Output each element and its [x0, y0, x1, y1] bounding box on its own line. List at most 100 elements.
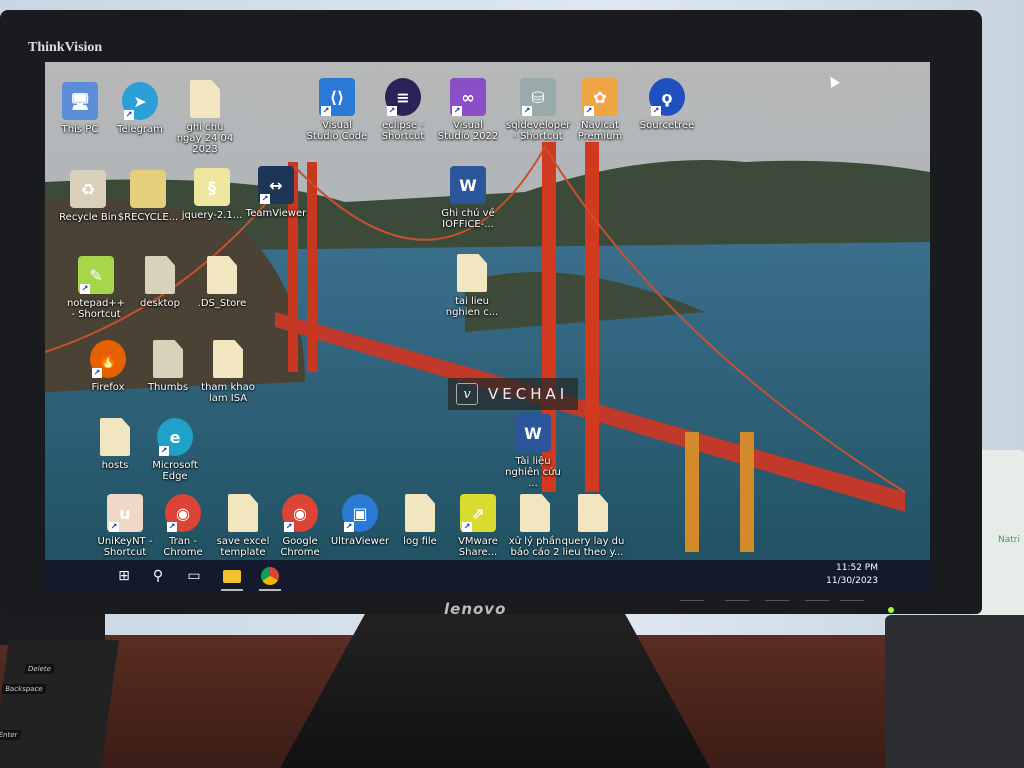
monitor-power-button[interactable]	[840, 600, 864, 606]
telegram-icon: ➤ ↗	[122, 82, 158, 120]
database-icon: ⛁ ↗	[520, 78, 556, 116]
desktop-icon[interactable]: ➤ ↗ Telegram	[108, 82, 172, 135]
word-document-icon: W	[450, 166, 486, 204]
desktop-icon[interactable]: ≡ ↗ eclipse - Shortcut	[371, 78, 435, 142]
desktop-icon-label: Telegram	[117, 124, 163, 135]
desktop-icon-label: log file	[403, 536, 437, 547]
desktop-icon[interactable]: Thumbs	[136, 340, 200, 393]
desktop-icon[interactable]: ✎ ↗ notepad++ - Shortcut	[64, 256, 128, 320]
ultraviewer-icon: ▣ ↗	[342, 494, 378, 532]
recycle-bin-icon: ♻	[70, 170, 106, 208]
desktop-icon-label: xử lý phần báo cáo 2	[508, 536, 562, 558]
settings-file-icon	[145, 256, 175, 294]
vechai-logo-icon: v	[456, 383, 478, 405]
desktop-icon-label: .DS_Store	[197, 298, 247, 309]
desktop-icon-label: Tran - Chrome	[163, 536, 203, 558]
monitor-button-input[interactable]	[680, 600, 704, 606]
task-view-icon[interactable]: ▭	[181, 564, 207, 588]
desktop-icon-label: tham khao lam ISA	[201, 382, 255, 404]
shortcut-arrow-icon: ↗	[584, 106, 594, 116]
desktop-icon[interactable]: $RECYCLE...	[116, 170, 180, 223]
desktop-icon-label: This PC	[61, 124, 99, 135]
desktop-icon[interactable]: ♻ Recycle Bin	[56, 170, 120, 223]
desktop-icon[interactable]: ⇗ ↗ VMware Share...	[446, 494, 510, 558]
notepad-plus-plus-icon: ✎ ↗	[78, 256, 114, 294]
desktop-icon-label: tai lieu nghien c...	[445, 296, 499, 318]
desktop-icon[interactable]: 🖥 This PC	[48, 82, 112, 135]
desktop-icon[interactable]: u ↗ UniKeyNT - Shortcut	[93, 494, 157, 558]
desktop-icon[interactable]: save excel template	[211, 494, 275, 558]
windows-start-icon[interactable]: ⊞	[111, 564, 137, 588]
file-explorer-icon[interactable]	[219, 564, 245, 591]
desktop-icon-label: Visual Studio 2022	[437, 120, 499, 142]
desktop-icon[interactable]: tai lieu nghien c...	[440, 254, 504, 318]
desktop-icon[interactable]: tham khao lam ISA	[196, 340, 260, 404]
desktop-icon-label: query lay du lieu theo y...	[561, 536, 625, 558]
folder-icon	[130, 170, 166, 208]
desktop-icon[interactable]: ⛁ ↗ sqldeveloper - Shortcut	[506, 78, 570, 142]
desktop-icon[interactable]: e ↗ Microsoft Edge	[143, 418, 207, 482]
shortcut-arrow-icon: ↗	[462, 522, 472, 532]
system-clock[interactable]: 11:52 PM 11/30/2023	[826, 562, 878, 588]
desktop-icon-label: Navicat Premium	[577, 120, 623, 142]
laptop-keyboard: Delete Backspace Enter	[0, 640, 119, 768]
shortcut-arrow-icon: ↗	[387, 106, 397, 116]
desktop-icon[interactable]: ◉ ↗ Google Chrome	[268, 494, 332, 558]
file-icon	[578, 494, 608, 532]
monitor: ThinkVision 🖥 This PC ➤ ↗ Telegram ghi chu ng…	[0, 10, 982, 618]
desktop-icon[interactable]: ⟨⟩ ↗ Visual Studio Code	[305, 78, 369, 142]
desktop-icon-label: TeamViewer	[245, 208, 307, 219]
computer-icon: 🖥	[62, 82, 98, 120]
desktop-icon[interactable]: 🔥 ↗ Firefox	[76, 340, 140, 393]
eclipse-icon: ≡ ↗	[385, 78, 421, 116]
desktop-icon[interactable]: ghi chu ngay 24 04 2023	[173, 80, 237, 155]
chrome-profile-icon: ◉ ↗	[165, 494, 201, 532]
lenovo-logo: lenovo	[444, 600, 507, 618]
desktop-icon[interactable]: ▣ ↗ UltraViewer	[328, 494, 392, 547]
desktop-icon-label: Firefox	[91, 382, 125, 393]
file-icon	[213, 340, 243, 378]
desktop-icon[interactable]: ✿ ↗ Navicat Premium	[568, 78, 632, 142]
desktop-icon-label: Thumbs	[147, 382, 189, 393]
thinkvision-logo: ThinkVision	[28, 40, 103, 55]
desktop-icon-label: Sourcetree	[639, 120, 695, 131]
desktop-icon-label: jquery-2.1...	[181, 210, 243, 221]
desktop-icon[interactable]: xử lý phần báo cáo 2	[503, 494, 567, 558]
desktop-icon-label: desktop	[140, 298, 180, 309]
desktop-icon[interactable]: query lay du lieu theo y...	[561, 494, 625, 558]
shortcut-arrow-icon: ↗	[92, 368, 102, 378]
desktop-icon[interactable]: W Tài liệu nghiên cứu ...	[501, 414, 565, 489]
shortcut-arrow-icon: ↗	[159, 446, 169, 456]
visual-studio-icon: ∞ ↗	[450, 78, 486, 116]
settings-file-icon	[153, 340, 183, 378]
desktop-icon[interactable]: desktop	[128, 256, 192, 309]
chrome-taskbar-icon[interactable]	[257, 564, 283, 591]
desktop-icon[interactable]: W Ghi chú về IOFFICE-...	[436, 166, 500, 230]
monitor-button-enter[interactable]	[805, 600, 829, 606]
mini-pc	[885, 615, 1024, 768]
desktop-screen: 🖥 This PC ➤ ↗ Telegram ghi chu ngay 24 04 202…	[45, 62, 930, 592]
monitor-button-menu[interactable]	[725, 600, 749, 606]
key-backspace: Backspace	[1, 684, 47, 694]
file-icon	[457, 254, 487, 292]
desktop-icon[interactable]: ↔ ↗ TeamViewer	[244, 166, 308, 219]
desktop-icon-label: $RECYCLE...	[117, 212, 179, 223]
file-icon	[100, 418, 130, 456]
search-icon[interactable]: ⚲	[145, 564, 171, 588]
desktop-icon[interactable]: log file	[388, 494, 452, 547]
desktop-icon[interactable]: .DS_Store	[190, 256, 254, 309]
desktop-icon-label: UniKeyNT - Shortcut	[97, 536, 153, 558]
shortcut-arrow-icon: ↗	[109, 522, 119, 532]
desktop-icon-label: save excel template	[216, 536, 270, 558]
desktop-icon[interactable]: ϙ ↗ Sourcetree	[635, 78, 699, 131]
file-icon	[207, 256, 237, 294]
monitor-button-brightness[interactable]	[765, 600, 789, 606]
desktop-icon-label: Visual Studio Code	[306, 120, 368, 142]
desktop-icon-label: notepad++ - Shortcut	[66, 298, 126, 320]
desktop-icon[interactable]: ∞ ↗ Visual Studio 2022	[436, 78, 500, 142]
desktop-icon[interactable]: § jquery-2.1...	[180, 168, 244, 221]
file-icon	[520, 494, 550, 532]
desktop-icon-label: UltraViewer	[330, 536, 390, 547]
desktop-icon[interactable]: hosts	[83, 418, 147, 471]
desktop-icon[interactable]: ◉ ↗ Tran - Chrome	[151, 494, 215, 558]
